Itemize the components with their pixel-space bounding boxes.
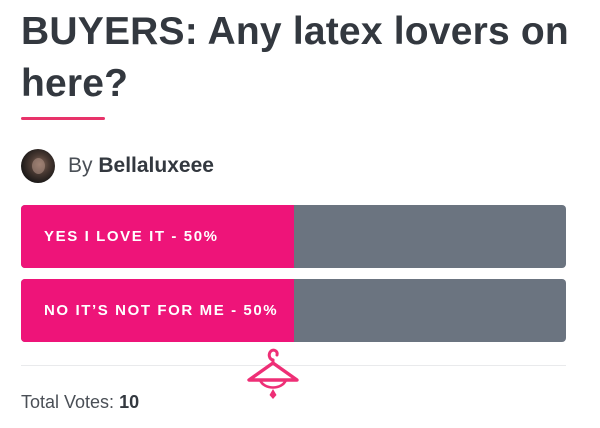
author-avatar[interactable] xyxy=(21,149,55,183)
author-byline: By Bellaluxeee xyxy=(68,154,214,178)
hanger-icon xyxy=(247,348,299,399)
poll-option-label: NO IT’S NOT FOR ME - 50% xyxy=(44,302,279,319)
total-votes: Total Votes: 10 xyxy=(21,392,139,413)
author-prefix: By xyxy=(68,154,93,177)
title-accent-underline xyxy=(21,117,105,120)
author-row: By Bellaluxeee xyxy=(21,148,214,184)
total-votes-label: Total Votes: xyxy=(21,392,115,412)
post-title: BUYERS: Any latex lovers on here? xyxy=(21,10,569,105)
poll-option-yes[interactable]: YES I LOVE IT - 50% xyxy=(21,205,566,268)
poll-option-no[interactable]: NO IT’S NOT FOR ME - 50% xyxy=(21,279,566,342)
author-name-link[interactable]: Bellaluxeee xyxy=(98,154,214,177)
total-votes-count: 10 xyxy=(119,392,140,412)
poll-option-label: YES I LOVE IT - 50% xyxy=(44,228,219,245)
